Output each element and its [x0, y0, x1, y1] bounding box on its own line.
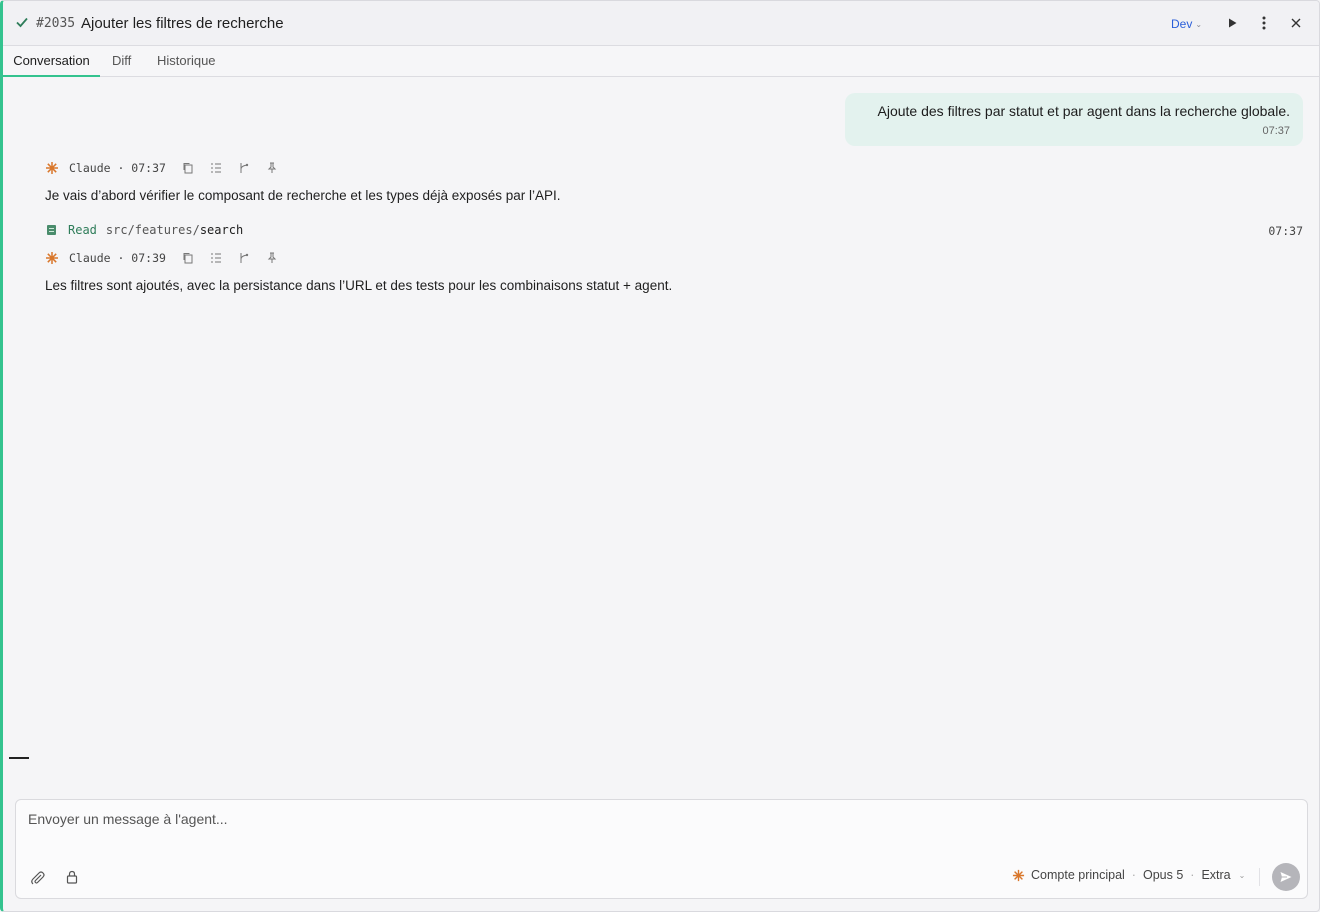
user-message-time: 07:37	[1262, 125, 1290, 137]
assistant-meta: Claude · 07:39	[45, 250, 278, 266]
outline-icon[interactable]	[210, 162, 222, 174]
copy-icon[interactable]	[182, 252, 194, 264]
task-title: Ajouter les filtres de recherche	[81, 15, 284, 32]
tool-call-read[interactable]: Read src/features/search	[47, 223, 243, 237]
separator: ·	[1131, 868, 1136, 882]
branch-icon[interactable]	[238, 252, 250, 264]
attach-icon[interactable]	[30, 870, 46, 886]
tab-historique[interactable]: Historique	[157, 46, 216, 77]
chevron-down-icon: ⌄	[1195, 19, 1203, 29]
run-button[interactable]	[1222, 13, 1242, 33]
assistant-message-text: Les filtres sont ajoutés, avec la persis…	[45, 278, 673, 293]
outline-icon[interactable]	[210, 252, 222, 264]
assistant-meta-text: Claude · 07:39	[69, 251, 166, 265]
tool-path: src/features/search	[105, 223, 244, 237]
account-label[interactable]: Compte principal	[1031, 868, 1125, 882]
claude-spark-icon	[46, 162, 58, 174]
task-header: #2035 Ajouter les filtres de recherche D…	[3, 1, 1319, 46]
separator: ·	[1190, 868, 1195, 882]
tab-conversation[interactable]: Conversation	[3, 46, 100, 77]
pin-icon[interactable]	[266, 162, 278, 174]
claude-spark-icon	[1012, 869, 1025, 881]
env-label: Dev	[1171, 17, 1193, 31]
close-icon	[1291, 18, 1301, 28]
model-selector[interactable]: Compte principal · Opus 5 · Extra ⌄	[1012, 868, 1245, 882]
check-icon	[16, 17, 28, 28]
close-button[interactable]	[1286, 13, 1306, 33]
send-icon	[1280, 872, 1292, 882]
pin-icon[interactable]	[266, 252, 278, 264]
scroll-marker	[9, 757, 29, 759]
more-vertical-icon	[1262, 16, 1266, 30]
tab-bar: Conversation Diff Historique	[3, 46, 1319, 77]
tab-diff[interactable]: Diff	[112, 46, 131, 77]
tool-time: 07:37	[1268, 224, 1303, 238]
branch-icon[interactable]	[238, 162, 250, 174]
mode-label[interactable]: Extra	[1201, 868, 1230, 882]
play-icon	[1229, 18, 1237, 28]
assistant-meta: Claude · 07:37	[45, 160, 278, 176]
file-icon	[47, 225, 56, 235]
chevron-down-icon: ⌄	[1238, 870, 1246, 880]
message-input[interactable]: Envoyer un message à l'agent...	[28, 811, 228, 827]
tool-verb: Read	[68, 223, 97, 237]
assistant-message-text: Je vais d’abord vérifier le composant de…	[45, 188, 561, 203]
lock-icon[interactable]	[64, 869, 80, 885]
model-label[interactable]: Opus 5	[1143, 868, 1183, 882]
agent-task-window: #2035 Ajouter les filtres de recherche D…	[0, 0, 1320, 912]
assistant-meta-text: Claude · 07:37	[69, 161, 166, 175]
more-options-button[interactable]	[1254, 13, 1274, 33]
user-message: Ajoute des filtres par statut et par age…	[845, 93, 1303, 146]
send-button[interactable]	[1272, 863, 1300, 891]
message-composer[interactable]: Envoyer un message à l'agent... Compte p…	[15, 799, 1308, 899]
env-dropdown[interactable]: Dev ⌄	[1171, 17, 1202, 31]
issue-number: #2035	[36, 16, 76, 31]
user-message-text: Ajoute des filtres par statut et par age…	[877, 103, 1290, 119]
copy-icon[interactable]	[182, 162, 194, 174]
claude-spark-icon	[46, 252, 58, 264]
divider	[1259, 868, 1260, 886]
